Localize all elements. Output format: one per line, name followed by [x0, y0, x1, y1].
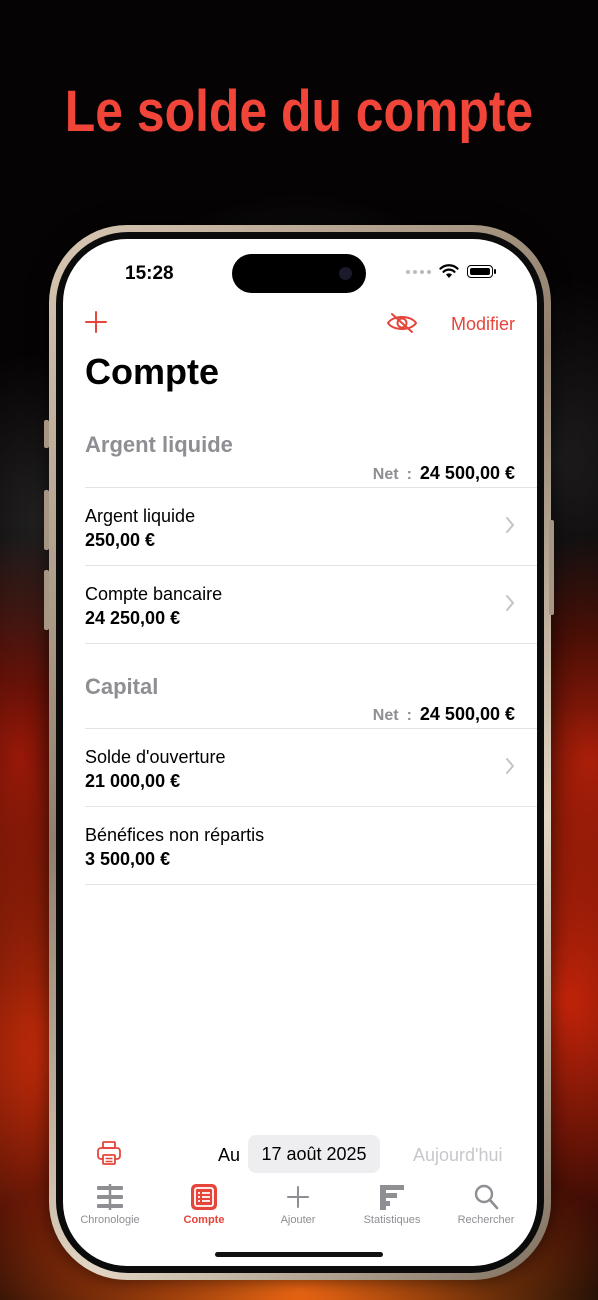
cell-signal-icon	[406, 269, 431, 274]
stats-icon	[380, 1185, 404, 1210]
search-icon	[474, 1184, 499, 1210]
net-label: Net	[372, 466, 399, 483]
tab-label: Chronologie	[80, 1214, 140, 1226]
net-value: 24 500,00 €	[419, 463, 515, 483]
account-row-cash[interactable]: Argent liquide 250,00 €	[63, 488, 537, 565]
account-amount: 250,00 €	[85, 530, 156, 550]
net-value: 24 500,00 €	[419, 704, 515, 724]
account-amount: 24 250,00 €	[85, 608, 181, 628]
camera-icon	[339, 267, 352, 280]
section-title-capital: Capital	[85, 674, 159, 699]
account-amount: 3 500,00 €	[85, 849, 171, 869]
phone-power-button	[549, 520, 554, 615]
page-title: Compte	[85, 351, 219, 392]
phone-volume-up-button	[44, 490, 49, 550]
today-button[interactable]: Aujourd'hui	[413, 1145, 503, 1166]
date-picker[interactable]: 17 août 2025	[248, 1135, 380, 1173]
tab-label: Ajouter	[280, 1214, 316, 1226]
tab-ajouter[interactable]: Ajouter	[251, 1179, 345, 1226]
account-row-opening-balance[interactable]: Solde d'ouverture 21 000,00 €	[63, 729, 537, 806]
hide-amounts-eye-icon[interactable]	[385, 311, 419, 335]
account-row-bank[interactable]: Compte bancaire 24 250,00 €	[63, 566, 537, 643]
chevron-right-icon	[506, 758, 514, 774]
phone-volume-down-button	[44, 570, 49, 630]
account-list-icon	[191, 1184, 217, 1210]
tab-compte[interactable]: Compte	[157, 1179, 251, 1226]
section-net-capital: Net : 24 500,00 €	[373, 704, 515, 725]
tab-rechercher[interactable]: Rechercher	[439, 1179, 533, 1226]
status-time: 15:28	[125, 263, 174, 284]
tab-label: Statistiques	[363, 1214, 421, 1226]
tab-bar: Chronologie Compte Ajouter Statistiques …	[63, 1179, 537, 1235]
account-amount: 21 000,00 €	[85, 771, 181, 791]
dynamic-island	[232, 254, 366, 293]
account-name: Solde d'ouverture	[85, 747, 226, 767]
tab-statistiques[interactable]: Statistiques	[345, 1179, 439, 1226]
section-net-cash: Net : 24 500,00 €	[373, 463, 515, 484]
printer-icon[interactable]	[95, 1139, 123, 1167]
battery-icon	[467, 265, 496, 278]
chevron-right-icon	[506, 517, 514, 533]
home-indicator[interactable]	[215, 1252, 383, 1257]
promo-headline: Le solde du compte	[64, 79, 534, 144]
divider	[85, 884, 537, 885]
plus-icon	[287, 1186, 309, 1208]
status-icons	[406, 264, 496, 279]
tab-label: Compte	[183, 1214, 225, 1226]
app-screen: 15:28 Modifier Compte Argent liquide Net…	[63, 239, 537, 1266]
account-name: Compte bancaire	[85, 584, 223, 604]
account-row-retained-earnings: Bénéfices non répartis 3 500,00 €	[63, 807, 537, 884]
date-prefix-label: Au	[218, 1145, 241, 1165]
edit-button[interactable]: Modifier	[451, 314, 515, 335]
tab-chronologie[interactable]: Chronologie	[63, 1179, 157, 1226]
date-selector-bar: Au 17 août 2025 Aujourd'hui	[63, 1135, 537, 1175]
account-name: Argent liquide	[85, 506, 196, 526]
section-title-cash: Argent liquide	[85, 432, 233, 457]
account-name: Bénéfices non répartis	[85, 825, 265, 845]
net-colon: :	[406, 466, 412, 483]
net-colon: :	[406, 707, 412, 724]
chevron-right-icon	[506, 595, 514, 611]
add-account-button[interactable]	[83, 309, 109, 335]
tab-label: Rechercher	[457, 1214, 515, 1226]
divider	[85, 643, 537, 644]
phone-side-button	[44, 420, 49, 448]
wifi-icon	[439, 264, 459, 278]
timeline-icon	[97, 1184, 123, 1210]
net-label: Net	[372, 707, 399, 724]
